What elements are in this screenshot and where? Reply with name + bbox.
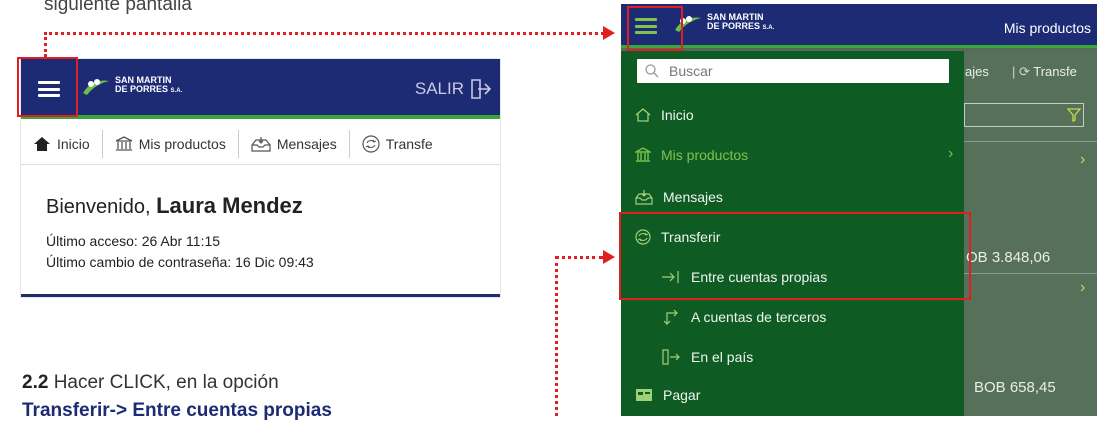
bg-tab-transfer-label: Transfe	[1033, 64, 1077, 79]
chevron-right-icon: ›	[948, 145, 954, 162]
instruction-text: 2.2 Hacer CLICK, en la opción	[22, 372, 279, 394]
logo-swoosh-icon	[83, 79, 109, 95]
logo-line-2: DE PORRES	[115, 84, 169, 94]
menu-item-mensajes[interactable]: Mensajes	[635, 189, 723, 205]
last-password-change: Último cambio de contraseña: 16 Dic 09:4…	[46, 254, 314, 270]
menu-item-label: En el país	[691, 349, 754, 365]
logout-button[interactable]: SALIR	[415, 79, 492, 99]
bg-chevron-right-icon: ›	[1080, 151, 1086, 168]
last-access: Último acceso: 26 Abr 11:15	[46, 233, 221, 249]
highlight-right-menu	[627, 6, 683, 51]
user-name: Laura Mendez	[156, 193, 303, 218]
tab-inicio[interactable]: Inicio	[21, 129, 103, 158]
pay-icon	[636, 389, 652, 401]
search-placeholder: Buscar	[669, 63, 713, 79]
connector-bottom-arrowhead	[603, 250, 615, 264]
connector-bottom-vertical	[555, 256, 558, 416]
logout-label: SALIR	[414, 79, 464, 98]
bank-icon	[635, 147, 651, 162]
bank-logo: SAN MARTIN DE PORRES S.A.	[673, 12, 774, 34]
welcome-label: Bienvenido,	[46, 196, 151, 218]
tab-mis-productos-label: Mis productos	[138, 135, 226, 152]
connector-top-arrowhead	[603, 26, 615, 40]
connector-top-vertical	[44, 32, 47, 57]
home-icon	[635, 108, 651, 122]
menu-item-label: Inicio	[661, 107, 694, 123]
connector-top-horizontal	[44, 32, 604, 35]
menu-item-label: Mensajes	[663, 189, 723, 205]
menu-item-label: Pagar	[663, 387, 701, 403]
bg-tab-fragment: ajes	[965, 64, 989, 79]
bg-chevron-right-icon: ›	[1080, 279, 1086, 296]
logo-suffix: S.A.	[170, 88, 183, 94]
logout-icon	[471, 79, 492, 99]
menu-item-inicio[interactable]: Inicio	[635, 107, 694, 123]
logo-line-2: DE PORRES	[707, 21, 761, 31]
bg-balance-1: OB 3.848,06	[966, 249, 1051, 266]
menu-item-label: A cuentas de terceros	[691, 309, 827, 325]
highlight-transferir-option	[619, 212, 971, 300]
connector-bottom-horizontal	[555, 256, 603, 259]
arrow-return-icon	[663, 309, 678, 325]
logo-suffix: S.A.	[762, 25, 775, 31]
menu-item-label: Mis productos	[661, 147, 749, 163]
bank-logo: SAN MARTIN DE PORRES S.A.	[81, 75, 182, 97]
search-input[interactable]: Buscar	[637, 59, 949, 83]
bg-tab-transfer: | ⟳ Transfe	[1012, 64, 1077, 79]
tab-transferir-label: Transfe	[385, 135, 433, 152]
top-bar: SAN MARTIN DE PORRES S.A. SALIR	[21, 59, 500, 119]
menu-item-en-el-pais[interactable]: En el país	[661, 349, 753, 365]
welcome-message: Bienvenido, Laura Mendez	[46, 193, 303, 219]
bg-balance-2: BOB 658,45	[974, 379, 1056, 396]
menu-item-pagar[interactable]: Pagar	[635, 387, 700, 403]
top-bar: SAN MARTIN DE PORRES S.A. Mis productos	[621, 4, 1097, 48]
tab-mis-productos[interactable]: Mis productos	[103, 129, 239, 158]
header-title: Mis productos	[1003, 20, 1091, 36]
bank-icon	[115, 135, 132, 151]
caption-top: siguiente pantalla	[44, 0, 192, 15]
tab-bar: Inicio Mis productos Mensajes Transfe	[21, 123, 500, 165]
inbox-icon	[251, 136, 271, 152]
instruction-body: Hacer CLICK, en la opción	[48, 372, 279, 393]
transfer-icon	[362, 134, 380, 153]
instruction-step: 2.2	[22, 372, 49, 393]
menu-screen-screenshot: SAN MARTIN DE PORRES S.A. Mis productos …	[621, 4, 1097, 416]
tab-transferir[interactable]: Transfe	[350, 130, 445, 158]
background-content: ajes | ⟳ Transfe › OB 3.848,06 › BOB 658…	[964, 51, 1097, 416]
door-arrow-icon	[662, 349, 680, 365]
inbox-icon	[635, 190, 653, 205]
tab-inicio-label: Inicio	[57, 135, 90, 152]
home-screen-screenshot: SAN MARTIN DE PORRES S.A. SALIR Inicio M…	[21, 59, 500, 297]
bg-filter-field	[964, 103, 1084, 127]
tab-mensajes-label: Mensajes	[276, 135, 337, 152]
menu-item-mis-productos[interactable]: Mis productos	[635, 147, 748, 163]
filter-icon	[1067, 108, 1081, 122]
instruction-target: Transferir-> Entre cuentas propias	[22, 400, 332, 421]
logo-text: SAN MARTIN DE PORRES S.A.	[115, 76, 182, 96]
tab-mensajes[interactable]: Mensajes	[239, 129, 350, 158]
home-icon	[34, 136, 50, 151]
menu-item-a-cuentas-de-terceros[interactable]: A cuentas de terceros	[661, 309, 826, 325]
search-icon	[645, 64, 659, 78]
logo-text: SAN MARTIN DE PORRES S.A.	[707, 13, 774, 33]
highlight-left-menu	[17, 57, 78, 117]
